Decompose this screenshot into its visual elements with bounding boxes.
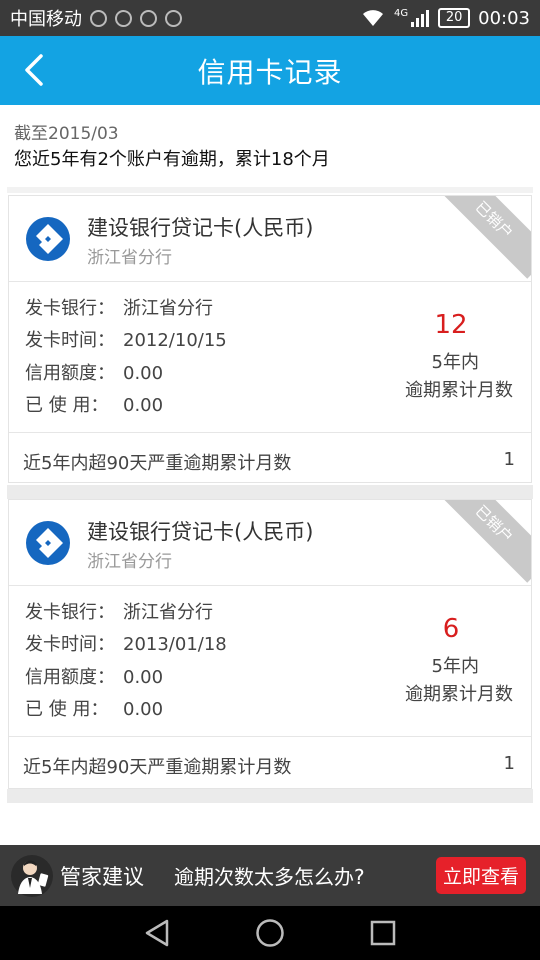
advice-question[interactable]: 逾期次数太多怎么办?	[174, 861, 365, 890]
overdue-caption: 5年内	[431, 656, 479, 677]
overdue-months-value: 12	[434, 310, 468, 340]
used-row: 已 使 用： 0.00	[25, 695, 163, 721]
summary-date: 截至2015/03	[14, 124, 119, 144]
used-label: 已 使 用：	[25, 699, 109, 720]
ccb-logo-icon	[26, 521, 70, 565]
used-value: 0.00	[123, 395, 164, 416]
butler-avatar-icon	[11, 854, 53, 897]
severe-overdue-value: 1	[503, 753, 515, 774]
issuer-row: 发卡银行： 浙江省分行	[25, 294, 213, 320]
issue-time-value: 2012/10/15	[123, 330, 227, 351]
card-footer: 近5年内超90天严重逾期累计月数 1	[9, 736, 531, 788]
divider	[7, 789, 533, 803]
limit-row: 信用额度： 0.00	[25, 359, 163, 385]
summary-section: 截至2015/03 您近5年有2个账户有逾期，累计18个月	[0, 105, 540, 187]
used-value: 0.00	[123, 699, 164, 720]
battery-indicator: 20	[438, 8, 471, 28]
app-header: 信用卡记录	[0, 36, 540, 105]
issue-time-value: 2013/01/18	[123, 634, 227, 655]
issue-time-row: 发卡时间： 2012/10/15	[25, 326, 227, 352]
advice-label: 管家建议	[60, 864, 144, 889]
notification-icon	[90, 9, 107, 27]
triangle-back-icon	[145, 919, 168, 947]
branch-name: 浙江省分行	[87, 248, 172, 268]
issue-time-label: 发卡时间：	[25, 634, 115, 655]
limit-label: 信用额度：	[25, 667, 115, 688]
bank-name: 建设银行贷记卡(人民币)	[87, 216, 314, 240]
overdue-months-value: 6	[442, 614, 460, 644]
notification-icon	[140, 9, 157, 27]
circle-home-icon	[256, 919, 284, 947]
closed-account-badge: 已销户	[435, 500, 531, 583]
used-label: 已 使 用：	[25, 395, 109, 416]
severe-overdue-value: 1	[503, 449, 515, 470]
nav-home-button[interactable]	[250, 913, 290, 953]
chevron-left-icon	[25, 54, 43, 86]
back-button[interactable]	[14, 50, 54, 90]
card-body: 发卡银行： 浙江省分行 发卡时间： 2013/01/18 信用额度： 0.00 已 使…	[9, 586, 531, 736]
issuer-row: 发卡银行： 浙江省分行	[25, 598, 213, 624]
card-list: 建设银行贷记卡(人民币) 浙江省分行 已销户 发卡银行： 浙江省分行 发卡时间： 2…	[0, 187, 540, 845]
divider	[7, 485, 533, 499]
card-footer: 近5年内超90天严重逾期累计月数 1	[9, 432, 531, 482]
branch-name: 浙江省分行	[87, 552, 172, 572]
notification-icon	[165, 9, 182, 27]
status-right: 4G 20 00:03	[360, 8, 530, 29]
bank-name: 建设银行贷记卡(人民币)	[87, 520, 314, 544]
overdue-caption: 5年内	[431, 352, 479, 373]
carrier-label: 中国移动	[10, 9, 82, 30]
summary-text: 您近5年有2个账户有逾期，累计18个月	[14, 149, 330, 170]
card-header: 建设银行贷记卡(人民币) 浙江省分行 已销户	[9, 500, 531, 586]
limit-value: 0.00	[123, 667, 164, 688]
limit-value: 0.00	[123, 363, 164, 384]
system-nav-bar	[0, 906, 540, 960]
overdue-caption: 逾期累计月数	[405, 380, 513, 401]
status-left: 中国移动	[10, 5, 182, 31]
issuer-value: 浙江省分行	[123, 602, 213, 623]
nav-recent-button[interactable]	[363, 913, 403, 953]
issue-time-label: 发卡时间：	[25, 330, 115, 351]
advice-bar[interactable]: 管家建议 逾期次数太多怎么办? 立即查看	[0, 845, 540, 906]
issuer-value: 浙江省分行	[123, 298, 213, 319]
wifi-icon	[363, 10, 383, 26]
clock: 00:03	[478, 7, 530, 29]
limit-label: 信用额度：	[25, 363, 115, 384]
overdue-caption: 逾期累计月数	[405, 684, 513, 705]
view-now-button[interactable]: 立即查看	[435, 857, 526, 894]
nav-back-button[interactable]	[137, 913, 177, 953]
used-row: 已 使 用： 0.00	[25, 391, 163, 417]
ccb-logo-icon	[26, 217, 70, 261]
card-body: 发卡银行： 浙江省分行 发卡时间： 2012/10/15 信用额度： 0.00 已 使…	[9, 282, 531, 432]
issue-time-row: 发卡时间： 2013/01/18	[25, 630, 227, 656]
card-header: 建设银行贷记卡(人民币) 浙江省分行 已销户	[9, 196, 531, 282]
credit-card-record[interactable]: 建设银行贷记卡(人民币) 浙江省分行 已销户 发卡银行： 浙江省分行 发卡时间： 2…	[8, 195, 532, 483]
issuer-label: 发卡银行：	[25, 602, 115, 623]
notification-icon	[115, 9, 132, 27]
limit-row: 信用额度： 0.00	[25, 663, 163, 689]
closed-account-badge: 已销户	[435, 196, 531, 279]
severe-overdue-label: 近5年内超90天严重逾期累计月数	[23, 453, 292, 474]
severe-overdue-label: 近5年内超90天严重逾期累计月数	[23, 757, 292, 778]
square-recent-icon	[371, 920, 396, 946]
page-title: 信用卡记录	[197, 55, 343, 89]
issuer-label: 发卡银行：	[25, 298, 115, 319]
network-type: 4G	[394, 7, 409, 19]
status-bar: 中国移动 4G 20 00:03	[0, 0, 540, 36]
signal-icon	[411, 10, 430, 27]
credit-card-record[interactable]: 建设银行贷记卡(人民币) 浙江省分行 已销户 发卡银行： 浙江省分行 发卡时间： 2…	[8, 499, 532, 789]
divider	[7, 187, 533, 193]
